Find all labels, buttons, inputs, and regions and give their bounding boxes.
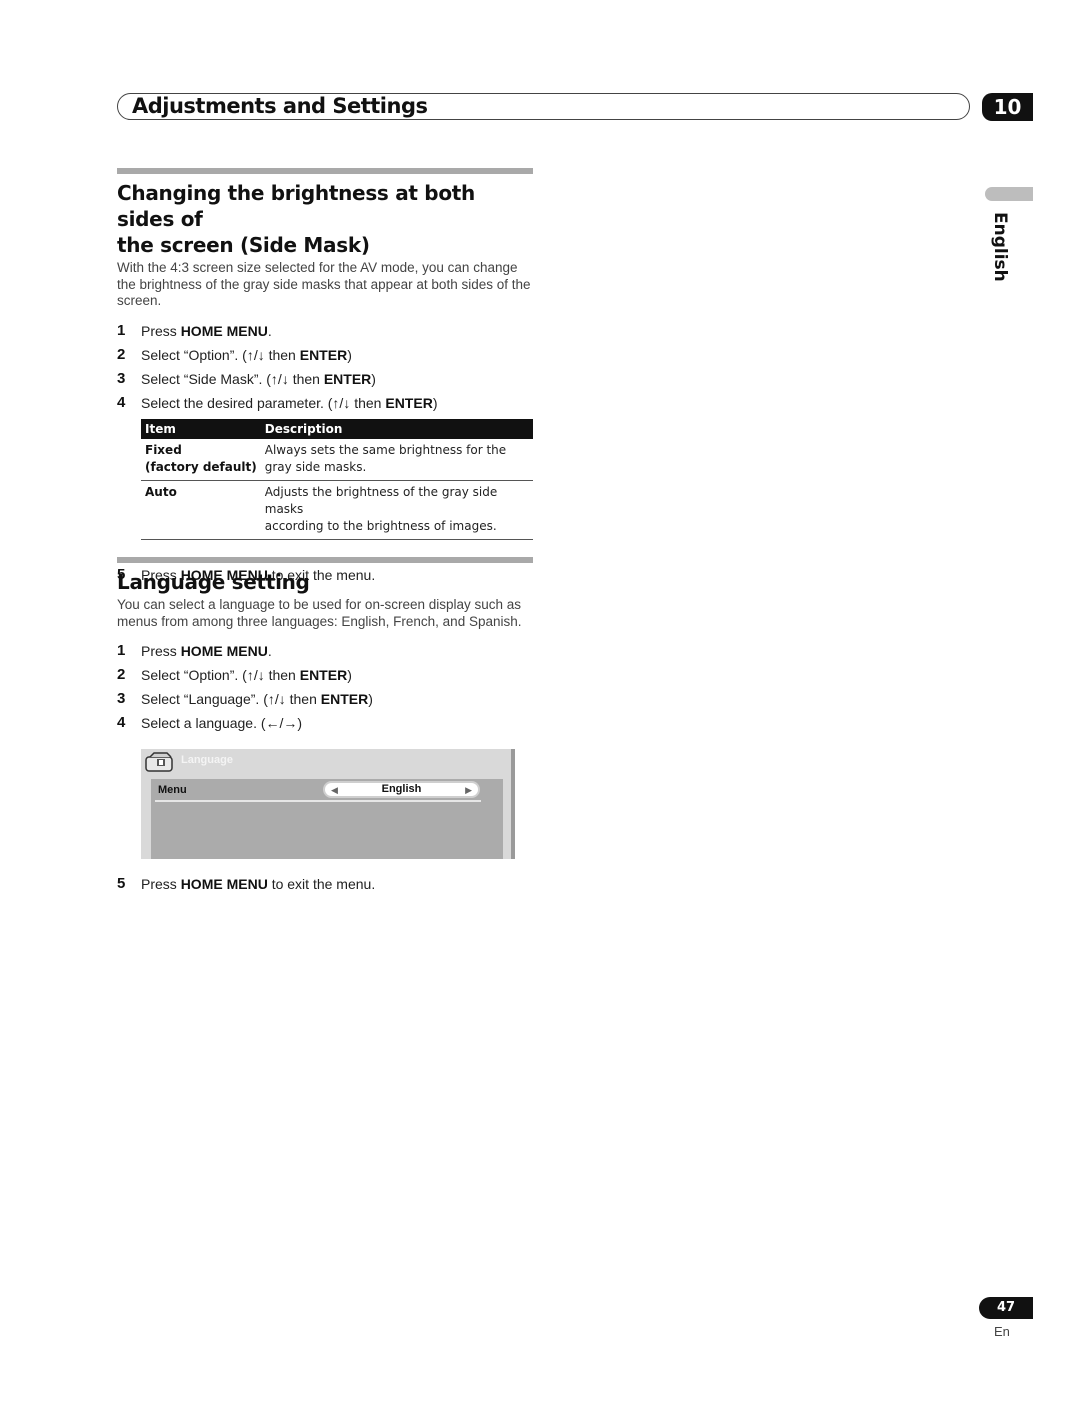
- section-intro: You can select a language to be used for…: [117, 597, 522, 629]
- table-cell-description: Adjusts the brightness of the gray side …: [260, 480, 533, 540]
- page-number-badge: 47: [979, 1297, 1033, 1319]
- step-number: 2: [117, 345, 126, 363]
- column-header-description: Description: [260, 418, 533, 439]
- table-cell-item: Fixed (factory default): [141, 438, 261, 481]
- section-title: Changing the brightness at both sides of…: [117, 181, 475, 257]
- step-item: 3 Select “Side Mask”. (↑/↓ then ENTER): [117, 367, 533, 391]
- step-number: 4: [117, 714, 126, 731]
- step-number: 1: [117, 642, 126, 659]
- step-number: 1: [117, 321, 126, 339]
- osd-menu-label: Menu: [158, 784, 187, 796]
- section-divider: [117, 557, 533, 563]
- step-number: 4: [117, 393, 126, 411]
- step-number: 3: [117, 369, 126, 387]
- step-item: 4 Select the desired parameter. (↑/↓ the…: [117, 391, 533, 415]
- step-item: 1 Press HOME MENU.: [117, 639, 533, 663]
- table-cell-description: Always sets the same brightness for the …: [260, 438, 533, 481]
- step-item: 3 Select “Language”. (↑/↓ then ENTER): [117, 687, 533, 711]
- table-row: Auto Adjusts the brightness of the gray …: [141, 480, 533, 540]
- column-header-item: Item: [141, 418, 261, 439]
- section-intro: With the 4:3 screen size selected for th…: [117, 260, 531, 308]
- arrow-right-icon[interactable]: ▶: [465, 785, 472, 796]
- step-item: 2 Select “Option”. (↑/↓ then ENTER): [117, 343, 533, 367]
- settings-toolbox-icon: [145, 752, 173, 772]
- language-value: English: [381, 783, 422, 795]
- step-number: 2: [117, 666, 126, 683]
- osd-panel: Menu ◀ English ▶: [151, 779, 503, 859]
- table-cell-item: Auto: [141, 480, 261, 540]
- step-item: 4 Select a language. (←/→): [117, 711, 533, 735]
- language-tab-marker: [985, 187, 1033, 201]
- chapter-title: Adjustments and Settings: [132, 94, 428, 118]
- section-side-mask: Changing the brightness at both sides of…: [117, 168, 533, 587]
- section-language-setting: Language setting You can select a langua…: [117, 557, 533, 896]
- section-title: Language setting: [117, 570, 310, 594]
- step-item: 5 Press HOME MENU to exit the menu.: [117, 872, 533, 896]
- chapter-number-badge: 10: [982, 93, 1033, 121]
- osd-title: Language: [181, 754, 233, 766]
- language-side-label: English: [990, 212, 1010, 282]
- osd-row-divider: [155, 800, 481, 802]
- parameter-table: Item Description Fixed (factory default)…: [141, 418, 533, 540]
- table-row: Fixed (factory default) Always sets the …: [141, 438, 533, 481]
- language-selector[interactable]: ◀ English ▶: [323, 781, 480, 798]
- section-divider: [117, 168, 533, 174]
- table-header-row: Item Description: [141, 418, 533, 439]
- osd-language-screen: Language Menu ◀ English ▶: [141, 749, 515, 859]
- step-number: 5: [117, 875, 126, 892]
- steps-list: 1 Press HOME MENU. 2 Select “Option”. (↑…: [117, 639, 533, 735]
- step-number: 3: [117, 690, 126, 707]
- chapter-header: Adjustments and Settings: [117, 93, 970, 120]
- step-item: 1 Press HOME MENU.: [117, 319, 533, 343]
- page-language-code: En: [994, 1324, 1010, 1339]
- steps-list: 1 Press HOME MENU. 2 Select “Option”. (↑…: [117, 319, 533, 415]
- step-item: 2 Select “Option”. (↑/↓ then ENTER): [117, 663, 533, 687]
